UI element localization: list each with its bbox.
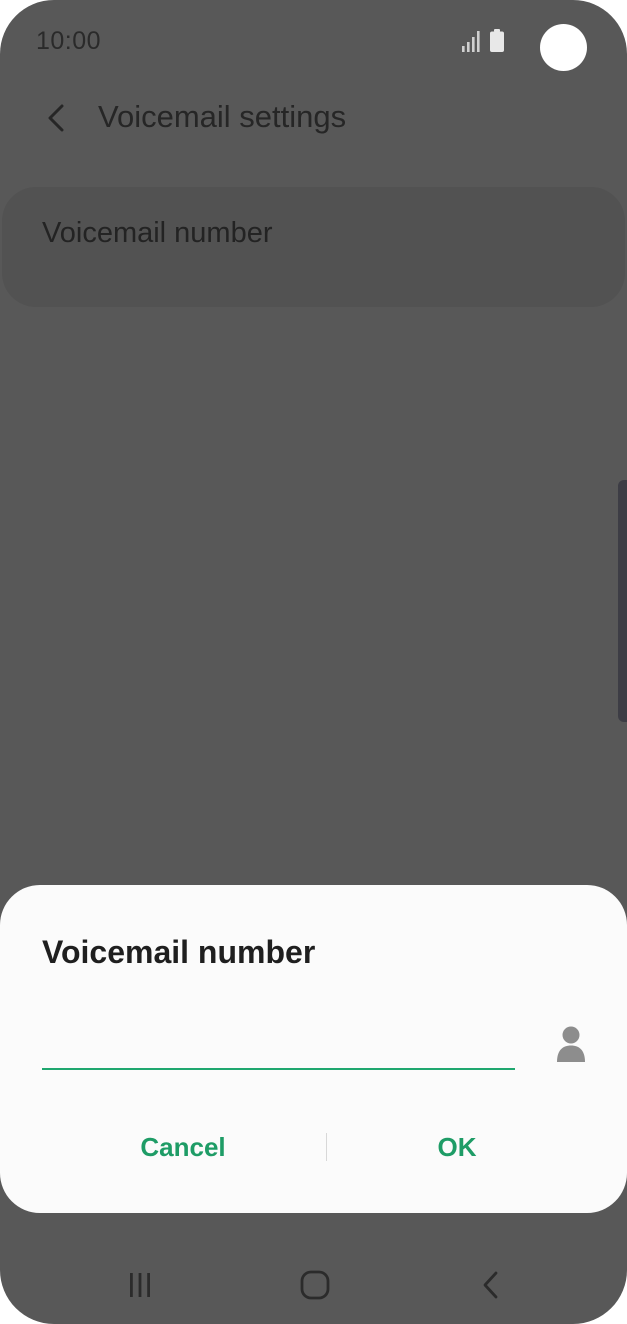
recents-icon	[130, 1273, 150, 1297]
person-icon	[557, 1026, 585, 1062]
back-icon	[483, 1271, 498, 1299]
dialog-title: Voicemail number	[42, 934, 316, 970]
nav-back-button[interactable]	[461, 1262, 521, 1308]
page-title: Voicemail settings	[98, 99, 347, 134]
phone-screen: 10:00 Voicemail settings Voicemail numbe…	[0, 0, 627, 1324]
edge-panel-handle[interactable]	[618, 480, 627, 722]
battery-icon	[490, 29, 504, 52]
recents-button[interactable]	[110, 1262, 170, 1308]
ok-button[interactable]: OK	[342, 1117, 572, 1177]
cancel-button[interactable]: Cancel	[68, 1117, 298, 1177]
signal-bars-icon	[462, 31, 480, 52]
camera-cutout	[540, 24, 587, 71]
chevron-left-icon	[48, 104, 64, 132]
settings-item-voicemail-number[interactable]: Voicemail number	[2, 187, 625, 307]
back-button[interactable]	[30, 92, 82, 144]
home-button[interactable]	[285, 1262, 345, 1308]
button-divider	[326, 1133, 327, 1161]
voicemail-number-input[interactable]	[42, 1018, 515, 1070]
status-time: 10:00	[36, 27, 102, 55]
home-icon	[300, 1270, 330, 1300]
contacts-button[interactable]	[548, 1021, 594, 1067]
voicemail-number-dialog: Voicemail number Cancel OK	[0, 885, 627, 1213]
settings-item-label: Voicemail number	[42, 217, 273, 249]
